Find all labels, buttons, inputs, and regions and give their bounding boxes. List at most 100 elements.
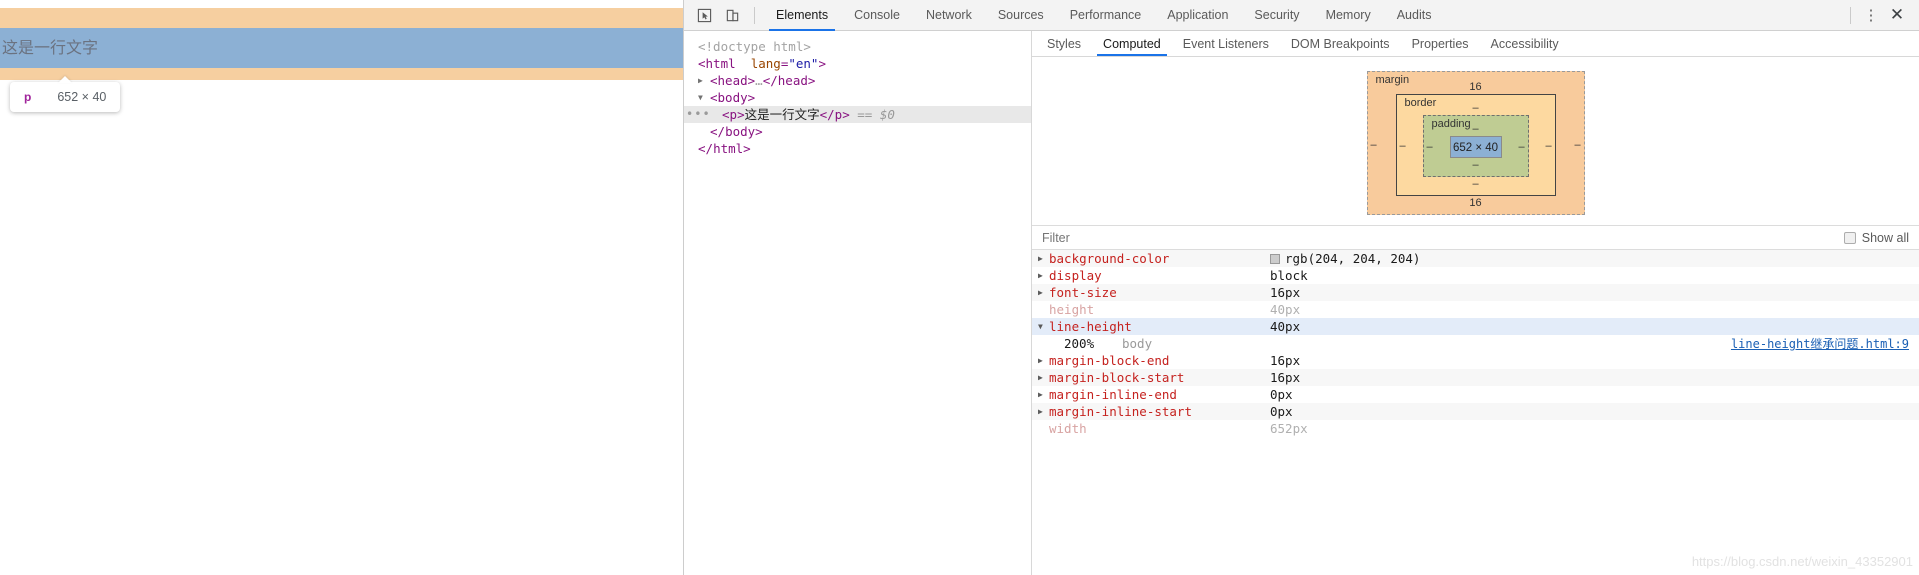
dom-line-selected-p[interactable]: ••• <p>这是一行文字</p> == $0	[684, 106, 1031, 123]
property-row-height[interactable]: height 40px	[1032, 301, 1919, 318]
node-badge-icon[interactable]: •••	[686, 106, 711, 123]
property-value-text: rgb(204, 204, 204)	[1285, 251, 1421, 266]
chevron-right-icon[interactable]: ▶	[1038, 390, 1049, 399]
show-all-toggle[interactable]: Show all	[1843, 230, 1909, 245]
trace-value: 200%	[1064, 336, 1095, 351]
box-model-border-left[interactable]: –	[1397, 140, 1409, 152]
computed-properties-list: ▶ background-color rgb(204, 204, 204) ▶ …	[1032, 250, 1919, 575]
toolbar-divider	[754, 6, 755, 24]
box-model-padding-left[interactable]: –	[1424, 141, 1436, 153]
dom-line-html-close[interactable]: </html>	[684, 140, 1031, 157]
box-model-diagram: margin 16 – border – – padding – – 652 ×…	[1032, 57, 1919, 225]
property-name: margin-block-start	[1049, 370, 1185, 385]
dom-line-body-close[interactable]: </body>	[684, 123, 1031, 140]
box-model-content-size[interactable]: 652 × 40	[1449, 136, 1502, 158]
chevron-right-icon[interactable]: ▶	[1038, 254, 1049, 263]
dom-tree-pane: <!doctype html> <html lang="en"> ▶ <head…	[684, 31, 1032, 575]
screenshot-root: 这是一行文字 p 652 × 40 Elements Console Netwo…	[0, 0, 1919, 575]
color-swatch-icon[interactable]	[1270, 254, 1280, 264]
property-row-background-color[interactable]: ▶ background-color rgb(204, 204, 204)	[1032, 250, 1919, 267]
box-model-border-label: border	[1404, 97, 1437, 109]
watermark: https://blog.csdn.net/weixin_43352901	[1691, 554, 1913, 569]
property-row-margin-block-end[interactable]: ▶ margin-block-end 16px	[1032, 352, 1919, 369]
tooltip-tag-name: p	[24, 90, 32, 104]
tab-network[interactable]: Network	[913, 0, 985, 31]
property-row-line-height[interactable]: ▼ line-height 40px	[1032, 318, 1919, 335]
property-value: block	[1270, 268, 1308, 283]
property-name: width	[1049, 421, 1087, 436]
dom-line-body-open[interactable]: ▼ <body>	[684, 89, 1031, 106]
checkbox-icon[interactable]	[1843, 231, 1856, 244]
box-model-padding-mid: – 652 × 40 –	[1424, 136, 1528, 158]
chevron-right-icon[interactable]: ▶	[1038, 356, 1049, 365]
sidebar-tab-styles[interactable]: Styles	[1036, 31, 1092, 56]
dom-line-doctype[interactable]: <!doctype html>	[684, 38, 1031, 55]
chevron-down-icon[interactable]: ▼	[698, 89, 703, 106]
more-options-icon[interactable]: ⋮	[1859, 2, 1883, 28]
tab-sources[interactable]: Sources	[985, 0, 1057, 31]
sidebar-tab-properties[interactable]: Properties	[1401, 31, 1480, 56]
property-row-margin-inline-start[interactable]: ▶ margin-inline-start 0px	[1032, 403, 1919, 420]
property-name: display	[1049, 268, 1102, 283]
tab-audits[interactable]: Audits	[1384, 0, 1445, 31]
tab-memory[interactable]: Memory	[1313, 0, 1384, 31]
sidebar-tab-event-listeners[interactable]: Event Listeners	[1172, 31, 1280, 56]
dom-line-html-open[interactable]: <html lang="en">	[684, 55, 1031, 72]
chevron-down-icon[interactable]: ▼	[1038, 322, 1049, 331]
property-name: margin-inline-start	[1049, 404, 1192, 419]
tab-performance[interactable]: Performance	[1057, 0, 1155, 31]
sidebar-tab-accessibility[interactable]: Accessibility	[1480, 31, 1570, 56]
chevron-right-icon[interactable]: ▶	[1038, 271, 1049, 280]
box-model-padding-label: padding	[1431, 118, 1471, 130]
inspect-cursor-icon[interactable]	[690, 2, 718, 28]
chevron-right-icon[interactable]: ▶	[1038, 288, 1049, 297]
chevron-right-icon[interactable]: ▶	[1038, 373, 1049, 382]
property-name: line-height	[1049, 319, 1132, 334]
chevron-right-icon[interactable]: ▶	[1038, 407, 1049, 416]
tooltip-arrow-icon	[58, 76, 72, 83]
box-model-margin[interactable]: margin 16 – border – – padding – – 652 ×…	[1366, 71, 1585, 215]
box-model-margin-label: margin	[1375, 74, 1410, 86]
tab-application[interactable]: Application	[1154, 0, 1241, 31]
property-value: 0px	[1270, 387, 1293, 402]
box-model-border[interactable]: border – – padding – – 652 × 40 – – – –	[1395, 94, 1556, 196]
property-name: height	[1049, 302, 1095, 317]
property-row-width[interactable]: width 652px	[1032, 420, 1919, 437]
box-model-padding-right[interactable]: –	[1516, 141, 1528, 153]
box-model-margin-left[interactable]: –	[1368, 139, 1380, 151]
sidebar-tab-dom-breakpoints[interactable]: DOM Breakpoints	[1280, 31, 1401, 56]
selected-node-ref: == $0	[857, 107, 895, 122]
box-model-padding[interactable]: padding – – 652 × 40 – –	[1422, 115, 1529, 177]
box-model-border-right[interactable]: –	[1543, 140, 1555, 152]
property-name: background-color	[1049, 251, 1170, 266]
property-row-display[interactable]: ▶ display block	[1032, 267, 1919, 284]
property-value: 16px	[1270, 370, 1301, 385]
close-icon[interactable]: ✕	[1883, 2, 1911, 28]
device-toolbar-icon[interactable]	[718, 2, 746, 28]
property-row-margin-block-start[interactable]: ▶ margin-block-start 16px	[1032, 369, 1919, 386]
sidebar-tab-computed[interactable]: Computed	[1092, 31, 1172, 56]
rendered-page-pane: 这是一行文字 p 652 × 40	[0, 0, 683, 575]
sidebar-tabs: Styles Computed Event Listeners DOM Brea…	[1032, 31, 1919, 57]
property-value: 16px	[1270, 353, 1301, 368]
box-model-margin-right[interactable]: –	[1572, 139, 1584, 151]
property-trace-line-height[interactable]: 200% body line-height继承问题.html:9	[1032, 335, 1919, 352]
property-row-font-size[interactable]: ▶ font-size 16px	[1032, 284, 1919, 301]
box-model-margin-bottom[interactable]: 16	[1368, 196, 1584, 210]
property-value: 652px	[1270, 421, 1308, 436]
tab-console[interactable]: Console	[841, 0, 913, 31]
source-link[interactable]: line-height继承问题.html:9	[1731, 335, 1909, 352]
toolbar-divider-right	[1850, 6, 1851, 24]
show-all-label: Show all	[1861, 230, 1909, 245]
devtools-panel: Elements Console Network Sources Perform…	[683, 0, 1919, 575]
box-model-border-bottom[interactable]: –	[1397, 177, 1555, 191]
property-row-margin-inline-end[interactable]: ▶ margin-inline-end 0px	[1032, 386, 1919, 403]
tab-elements[interactable]: Elements	[763, 0, 841, 31]
filter-input[interactable]	[1042, 230, 1844, 245]
dom-p-text: 这是一行文字	[744, 107, 820, 122]
dom-line-head[interactable]: ▶ <head>…</head>	[684, 72, 1031, 89]
chevron-right-icon[interactable]: ▶	[698, 72, 703, 89]
property-value: rgb(204, 204, 204)	[1270, 251, 1420, 266]
tab-security[interactable]: Security	[1241, 0, 1312, 31]
box-model-padding-bottom[interactable]: –	[1424, 158, 1528, 172]
